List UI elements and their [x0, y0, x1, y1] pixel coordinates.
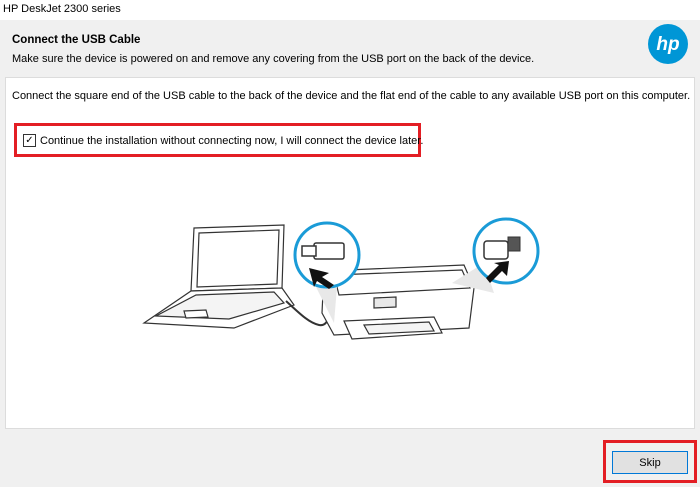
- printer-usb-callout: [472, 217, 540, 285]
- instructions-text: Connect the square end of the USB cable …: [12, 90, 691, 102]
- page-title: Connect the USB Cable: [12, 34, 141, 46]
- page-header: Connect the USB Cable Make sure the devi…: [0, 20, 700, 76]
- laptop-illustration: [142, 224, 295, 329]
- hp-logo-text: hp: [656, 34, 679, 55]
- laptop-usb-callout: [293, 221, 361, 289]
- page-subtitle: Make sure the device is powered on and r…: [12, 53, 535, 65]
- window-title: HP DeskJet 2300 series: [3, 3, 121, 15]
- window-titlebar: HP DeskJet 2300 series: [0, 0, 700, 20]
- skip-button[interactable]: Skip: [612, 451, 688, 474]
- connect-later-checkbox[interactable]: ✓ Continue the installation without conn…: [23, 134, 423, 147]
- content-panel: Connect the square end of the USB cable …: [5, 77, 695, 429]
- usb-connection-illustration: [142, 217, 540, 340]
- checkbox-check-icon[interactable]: ✓: [23, 134, 36, 147]
- connect-later-label: Continue the installation without connec…: [40, 134, 424, 147]
- hp-logo-icon: hp: [656, 34, 679, 55]
- hp-logo: hp: [648, 24, 688, 64]
